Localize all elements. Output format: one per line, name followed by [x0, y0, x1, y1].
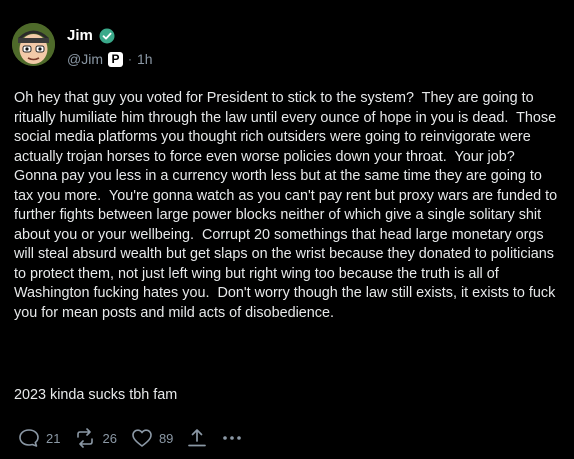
- like-icon: [131, 428, 153, 448]
- reply-icon: [18, 428, 40, 448]
- like-count: 89: [158, 430, 174, 446]
- repost-button[interactable]: 26: [74, 428, 117, 448]
- share-icon: [187, 428, 207, 448]
- author-meta: @Jim P · 1h: [67, 51, 153, 67]
- more-icon: [221, 428, 243, 448]
- author-name[interactable]: Jim: [67, 27, 93, 44]
- repost-icon: [74, 428, 96, 448]
- p-badge-icon: P: [107, 51, 123, 67]
- post-timestamp[interactable]: 1h: [137, 51, 153, 67]
- separator-dot: ·: [127, 52, 132, 66]
- more-options-button[interactable]: [221, 428, 243, 448]
- reply-button[interactable]: 21: [18, 428, 60, 448]
- author-row: Jim: [67, 27, 115, 44]
- repost-count: 26: [102, 430, 117, 446]
- reply-count: 21: [46, 430, 61, 446]
- action-bar: 21 26 89: [18, 428, 257, 448]
- avatar[interactable]: [12, 23, 55, 66]
- share-button[interactable]: [187, 428, 207, 448]
- post-card: Jim @Jim P · 1h Oh hey that guy you vote…: [0, 0, 574, 459]
- verified-check-icon: [99, 28, 115, 44]
- author-handle[interactable]: @Jim: [67, 51, 103, 67]
- post-closing-line: 2023 kinda sucks tbh fam: [14, 387, 178, 403]
- post-body: Oh hey that guy you voted for President …: [14, 90, 562, 321]
- like-button[interactable]: 89: [131, 428, 173, 448]
